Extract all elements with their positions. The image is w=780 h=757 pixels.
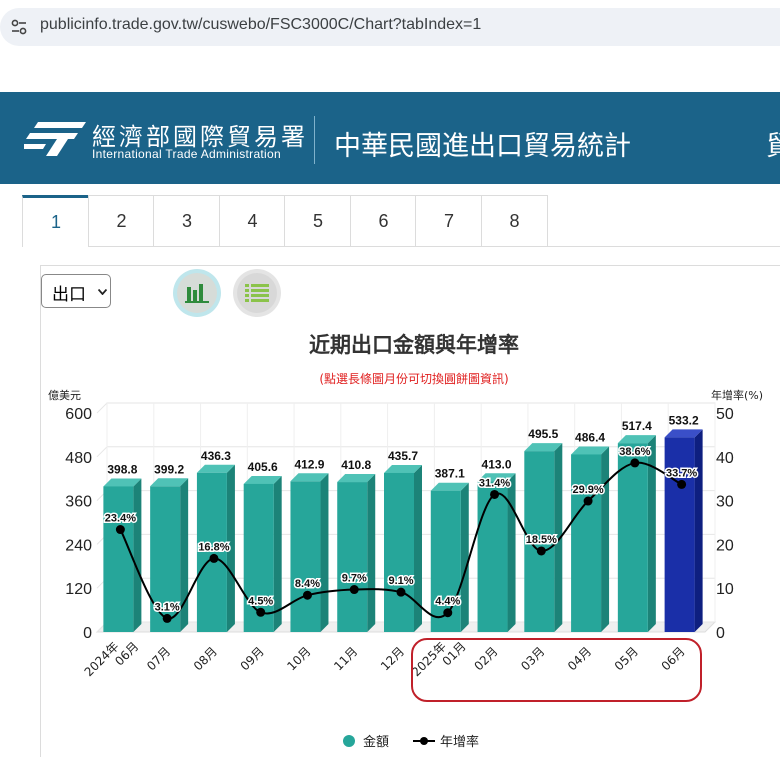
rate-value-label: 8.4% <box>295 578 320 590</box>
y-tick-left: 600 <box>65 406 92 423</box>
x-tick-label[interactable]: 10月 <box>284 644 313 673</box>
y-axis-label-left: 億美元 <box>48 389 81 402</box>
bar-side <box>460 482 469 632</box>
x-tick-text: 11月 <box>331 644 360 673</box>
bar <box>571 454 602 632</box>
rate-value-label: 31.4% <box>479 477 510 489</box>
grid-side <box>96 402 108 414</box>
rate-value-label: 9.7% <box>342 573 367 585</box>
rate-point <box>443 608 453 618</box>
y-tick-left: 120 <box>65 581 92 598</box>
bar <box>384 472 414 632</box>
rate-point <box>115 525 125 535</box>
x-tick-text: 10月 <box>284 644 313 673</box>
bar <box>337 482 368 632</box>
bar-value-label: 387.1 <box>435 467 465 481</box>
rate-point <box>302 590 312 600</box>
rate-point <box>536 546 546 556</box>
legend-label-amount: 金額 <box>363 734 389 750</box>
bar-value-label: 405.6 <box>248 460 278 474</box>
rate-point <box>630 458 640 468</box>
rate-point <box>256 607 266 617</box>
bar-value-label: 412.9 <box>294 457 324 471</box>
rate-point <box>583 496 593 506</box>
x-tick-label[interactable]: 12月 <box>378 644 407 673</box>
rate-point <box>677 479 687 489</box>
rate-value-label: 29.9% <box>572 484 603 496</box>
bar-value-label: 486.4 <box>575 430 605 444</box>
rate-point <box>162 613 172 623</box>
bar-side <box>133 478 142 632</box>
rate-value-label: 16.8% <box>198 541 229 553</box>
x-tick-label[interactable]: 08月 <box>191 644 220 673</box>
legend-label-rate: 年增率 <box>440 734 479 750</box>
bar-value-label: 410.8 <box>341 458 371 472</box>
y-tick-right: 10 <box>716 581 734 598</box>
y-tick-left: 0 <box>83 625 92 642</box>
bar-value-label: 435.7 <box>388 449 418 463</box>
rate-value-label: 4.5% <box>248 595 273 607</box>
x-tick-text: 12月 <box>378 644 407 673</box>
bar-side <box>601 446 610 632</box>
x-tick-text: 07月 <box>144 644 173 673</box>
grid-side <box>96 446 108 458</box>
bar-value-label: 495.5 <box>528 427 558 441</box>
y-tick-right: 40 <box>716 450 734 467</box>
legend-swatch-rate <box>420 737 428 745</box>
x-tick-text: 09月 <box>238 644 267 673</box>
rate-value-label: 33.7% <box>666 467 697 479</box>
legend-swatch-amount <box>343 735 355 747</box>
rate-value-label: 4.4% <box>435 596 460 608</box>
annotation-highlight <box>411 638 702 702</box>
y-tick-left: 240 <box>65 537 92 554</box>
bar <box>290 481 321 632</box>
x-tick-label[interactable]: 07月 <box>144 644 173 673</box>
y-axis-label-right: 年增率(%) <box>711 388 763 402</box>
bar <box>477 481 508 632</box>
bar-side <box>320 473 329 632</box>
y-tick-left: 480 <box>65 450 92 467</box>
rate-point <box>349 585 359 595</box>
y-tick-left: 360 <box>65 494 92 511</box>
y-tick-right: 0 <box>716 625 725 642</box>
bar <box>103 486 134 632</box>
x-tick-label[interactable]: 11月 <box>331 644 360 673</box>
y-tick-right: 50 <box>716 406 734 423</box>
bar-value-label: 398.8 <box>107 462 137 476</box>
rate-value-label: 38.6% <box>619 446 650 458</box>
x-tick-label[interactable]: 09月 <box>238 644 267 673</box>
y-tick-right: 20 <box>716 537 734 554</box>
bar <box>617 443 648 632</box>
x-tick-text: 06月 <box>112 639 141 668</box>
rate-value-label: 23.4% <box>105 513 136 525</box>
rate-value-label: 3.1% <box>155 601 180 613</box>
y-tick-right: 30 <box>716 494 734 511</box>
rate-value-label: 9.1% <box>388 575 413 587</box>
rate-point <box>209 553 219 563</box>
bar-value-label: 436.3 <box>201 449 231 463</box>
rate-value-label: 18.5% <box>526 534 557 546</box>
bar-value-label: 533.2 <box>669 413 699 427</box>
x-tick-text: 08月 <box>191 644 220 673</box>
bar-value-label: 399.2 <box>154 462 184 476</box>
bar-side <box>694 429 703 632</box>
bar-value-label: 413.0 <box>482 457 512 471</box>
rate-point <box>490 489 500 499</box>
bar-value-label: 517.4 <box>622 419 652 433</box>
bar-side <box>367 474 376 632</box>
bar-side <box>507 473 516 632</box>
rate-point <box>396 587 406 597</box>
